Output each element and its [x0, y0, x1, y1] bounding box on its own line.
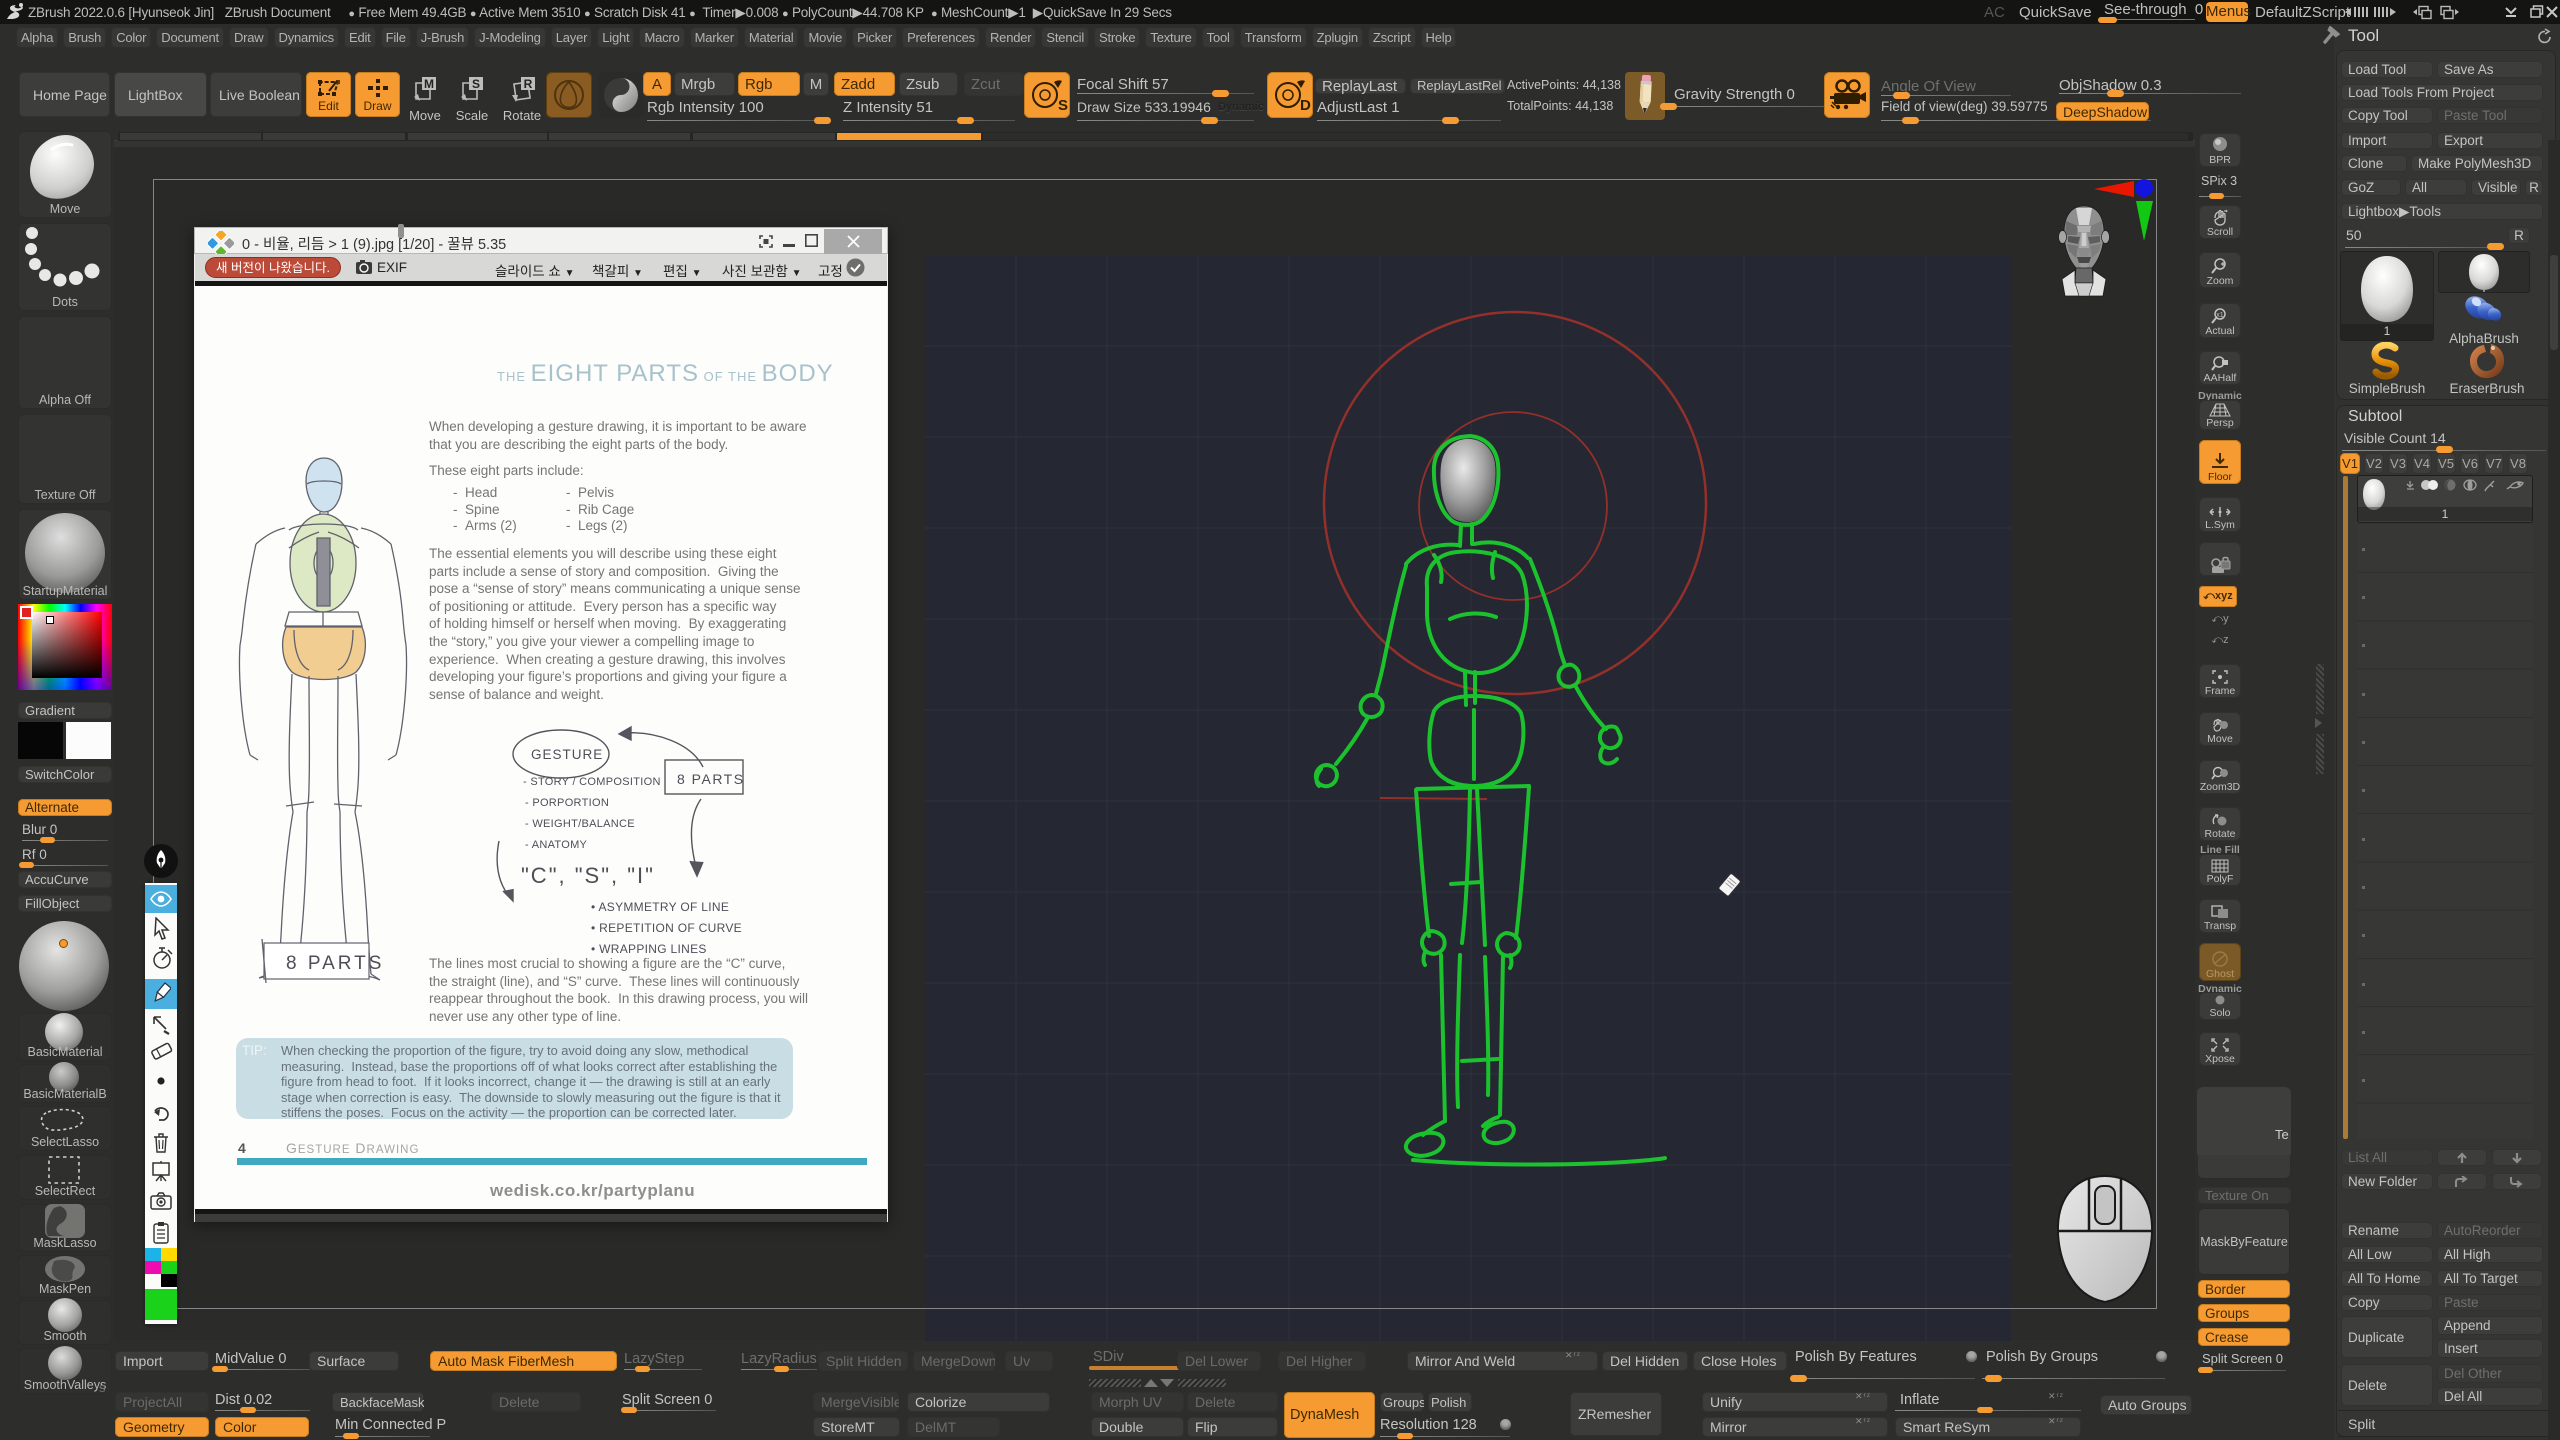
svg-text:S: S — [1058, 97, 1068, 114]
svg-text:8 PARTS: 8 PARTS — [286, 953, 384, 974]
svg-text:• REPETITION OF CURVE: • REPETITION OF CURVE — [591, 921, 742, 935]
svg-text:M: M — [424, 77, 434, 91]
svg-text:GESTURE: GESTURE — [531, 747, 603, 762]
svg-text:• ASYMMETRY OF LINE: • ASYMMETRY OF LINE — [591, 900, 729, 914]
svg-text:x1: x1 — [2216, 312, 2224, 319]
svg-text:S: S — [472, 77, 480, 91]
svg-text:R: R — [524, 77, 533, 91]
svg-text:"C", "S", "I": "C", "S", "I" — [521, 863, 655, 888]
svg-text:- ANATOMY: - ANATOMY — [525, 839, 588, 851]
svg-text:D: D — [1300, 97, 1311, 114]
svg-text:8 PARTS: 8 PARTS — [677, 771, 745, 787]
svg-text:- PORPORTION: - PORPORTION — [525, 797, 609, 809]
svg-text:- STORY / COMPOSITION: - STORY / COMPOSITION — [523, 776, 661, 788]
svg-text:• WRAPPING LINES: • WRAPPING LINES — [591, 942, 707, 956]
svg-text:- WEIGHT/BALANCE: - WEIGHT/BALANCE — [525, 818, 635, 830]
